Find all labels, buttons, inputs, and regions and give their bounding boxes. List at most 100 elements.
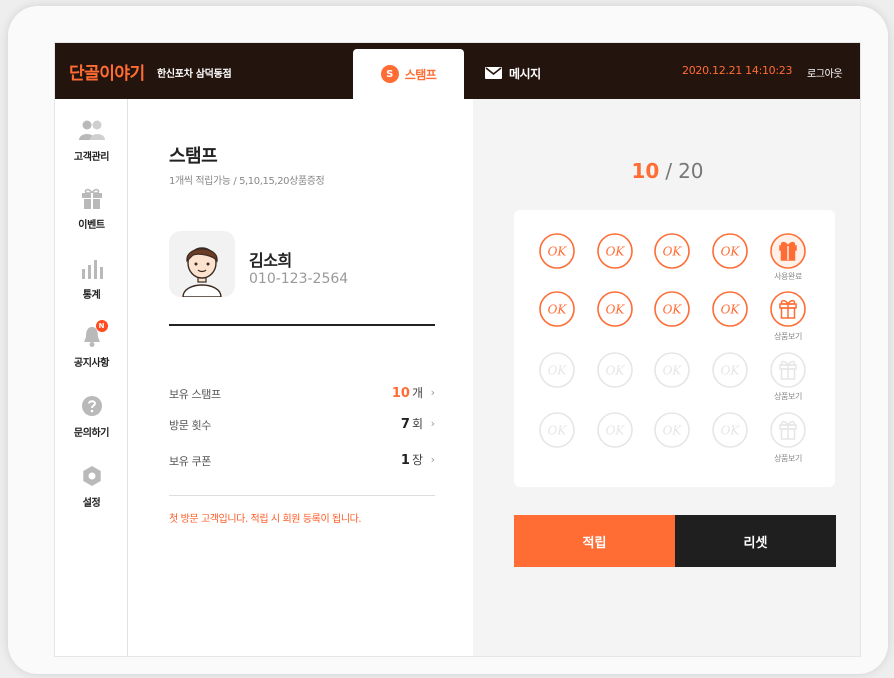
stamp-grid-card: OK OK OK OK 사용완료 OK OK OK OK 상품보기 OK OK OK OK 상품보기 OK OK… bbox=[514, 210, 835, 487]
customer-name: 김소희 bbox=[249, 251, 292, 270]
stamp-total-count: 20 bbox=[678, 159, 704, 183]
sidebar-item-event[interactable]: 이벤트 bbox=[55, 185, 128, 245]
ok-stamp-8[interactable]: OK bbox=[653, 290, 691, 328]
sidebar-item-label: 문의하기 bbox=[73, 428, 110, 439]
info-row-stamps[interactable]: 보유 스탬프 10 개 › bbox=[169, 384, 435, 404]
divider bbox=[169, 495, 435, 496]
save-stamp-button[interactable]: 적립 bbox=[514, 515, 675, 567]
sidebar-item-settings[interactable]: 설정 bbox=[55, 463, 128, 523]
stamp-board-panel: 10/20 OK OK OK OK 사용완료 OK OK OK OK 상품보기 OK OK OK OK 상품… bbox=[473, 99, 860, 656]
ok-stamp-17[interactable]: OK bbox=[596, 411, 634, 449]
ok-stamp-19[interactable]: OK bbox=[711, 411, 749, 449]
bell-icon: N bbox=[79, 320, 108, 349]
page-subtitle: 1개씩 적립가능 / 5,10,15,20상품증정 bbox=[169, 176, 325, 187]
info-label: 방문 횟수 bbox=[169, 419, 211, 432]
chevron-right-icon: › bbox=[430, 453, 435, 466]
sidebar-item-customers[interactable]: 고객관리 bbox=[55, 117, 128, 177]
ok-stamp-text: OK bbox=[548, 245, 568, 259]
ok-stamp-text: OK bbox=[548, 303, 568, 317]
stamp-current-count: 10 bbox=[631, 159, 660, 183]
page-title: 스탬프 bbox=[169, 146, 218, 167]
ok-stamp-text: OK bbox=[606, 424, 626, 438]
coupon-count-unit: 장 bbox=[411, 453, 423, 467]
question-icon bbox=[79, 393, 105, 419]
ok-stamp-18[interactable]: OK bbox=[653, 411, 691, 449]
gift-stamp-15[interactable] bbox=[769, 351, 807, 389]
reset-button[interactable]: 리셋 bbox=[675, 515, 836, 567]
info-value: 10 개 bbox=[392, 384, 423, 401]
ok-stamp-12[interactable]: OK bbox=[596, 351, 634, 389]
ok-stamp-text: OK bbox=[606, 245, 626, 259]
stamp-counter: 10/20 bbox=[473, 159, 860, 183]
divider bbox=[169, 324, 435, 326]
info-value: 1장 bbox=[401, 451, 423, 468]
ok-stamp-text: OK bbox=[663, 303, 683, 317]
ok-stamp-text: OK bbox=[721, 364, 741, 378]
avatar bbox=[169, 231, 235, 297]
ok-stamp-text: OK bbox=[606, 364, 626, 378]
envelope-icon bbox=[485, 64, 502, 83]
ok-stamp-text: OK bbox=[663, 245, 683, 259]
gift-stamp-20[interactable] bbox=[769, 411, 807, 449]
tablet-frame: 단골이야기 한신포차 삼덕동점 S 스탬프 메시지 2020.12.21 14:… bbox=[8, 6, 888, 674]
visit-count-value: 7 bbox=[400, 417, 410, 432]
sidebar-item-inquiry[interactable]: 문의하기 bbox=[55, 393, 128, 453]
ok-stamp-16[interactable]: OK bbox=[538, 411, 576, 449]
ok-stamp-text: OK bbox=[548, 364, 568, 378]
gift-stamp-5[interactable] bbox=[769, 232, 807, 270]
sidebar: 고객관리 이벤트 통계 N 공지사항 문의하기 설정 bbox=[55, 99, 128, 656]
ok-stamp-9[interactable]: OK bbox=[711, 290, 749, 328]
ok-stamp-1[interactable]: OK bbox=[538, 232, 576, 270]
info-row-coupons[interactable]: 보유 쿠폰 1장 › bbox=[169, 451, 435, 471]
ok-stamp-11[interactable]: OK bbox=[538, 351, 576, 389]
customer-phone: 010-123-2564 bbox=[249, 271, 349, 287]
ok-stamp-14[interactable]: OK bbox=[711, 351, 749, 389]
gift-stamp-10[interactable] bbox=[769, 290, 807, 328]
tab-stamp-label: 스탬프 bbox=[404, 67, 437, 82]
sidebar-item-label: 통계 bbox=[82, 290, 101, 301]
ok-stamp-text: OK bbox=[663, 364, 683, 378]
info-label: 보유 쿠폰 bbox=[169, 455, 211, 468]
customers-icon bbox=[78, 117, 105, 143]
sidebar-item-notice[interactable]: N 공지사항 bbox=[55, 320, 128, 383]
ok-stamp-text: OK bbox=[721, 245, 741, 259]
stamp-count-separator: / bbox=[665, 159, 673, 183]
ok-stamp-text: OK bbox=[663, 424, 683, 438]
ok-stamp-13[interactable]: OK bbox=[653, 351, 691, 389]
gift-status-label[interactable]: 사용완료 bbox=[758, 271, 818, 282]
chevron-right-icon: › bbox=[430, 386, 435, 399]
gift-status-label[interactable]: 상품보기 bbox=[758, 453, 818, 464]
logout-link[interactable]: 로그아웃 bbox=[807, 65, 843, 80]
gift-icon bbox=[79, 185, 105, 211]
stamp-count-value: 10 bbox=[391, 386, 410, 401]
ok-stamp-4[interactable]: OK bbox=[711, 232, 749, 270]
gift-box-icon bbox=[779, 299, 797, 319]
gift-status-label[interactable]: 상품보기 bbox=[758, 331, 818, 342]
app-screen: 단골이야기 한신포차 삼덕동점 S 스탬프 메시지 2020.12.21 14:… bbox=[54, 42, 861, 657]
first-visit-notice: 첫 방문 고객입니다. 적립 시 회원 등록이 됩니다. bbox=[169, 514, 362, 525]
visit-count-unit: 회 bbox=[411, 417, 423, 431]
sidebar-item-label: 공지사항 bbox=[73, 358, 110, 369]
current-datetime: 2020.12.21 14:10:23 bbox=[682, 64, 793, 77]
gear-icon bbox=[79, 463, 105, 489]
chevron-right-icon: › bbox=[430, 417, 435, 430]
ok-stamp-2[interactable]: OK bbox=[596, 232, 634, 270]
ok-stamp-7[interactable]: OK bbox=[596, 290, 634, 328]
top-header: 단골이야기 한신포차 삼덕동점 S 스탬프 메시지 2020.12.21 14:… bbox=[55, 43, 860, 99]
tab-message[interactable]: 메시지 bbox=[485, 64, 541, 83]
ok-stamp-text: OK bbox=[721, 424, 741, 438]
tab-stamp[interactable]: S 스탬프 bbox=[353, 49, 464, 99]
ok-stamp-6[interactable]: OK bbox=[538, 290, 576, 328]
ok-stamp-text: OK bbox=[548, 424, 568, 438]
sidebar-item-label: 고객관리 bbox=[73, 152, 110, 163]
ok-stamp-text: OK bbox=[606, 303, 626, 317]
coupon-count-value: 1 bbox=[400, 453, 410, 468]
gift-box-icon bbox=[779, 241, 797, 261]
ok-stamp-3[interactable]: OK bbox=[653, 232, 691, 270]
info-row-visits[interactable]: 방문 횟수 7회 › bbox=[169, 415, 435, 435]
sidebar-item-label: 설정 bbox=[82, 498, 101, 509]
info-value: 7회 bbox=[401, 415, 423, 432]
gift-status-label[interactable]: 상품보기 bbox=[758, 391, 818, 402]
gift-box-icon bbox=[779, 420, 797, 440]
sidebar-item-stats[interactable]: 통계 bbox=[55, 255, 128, 315]
